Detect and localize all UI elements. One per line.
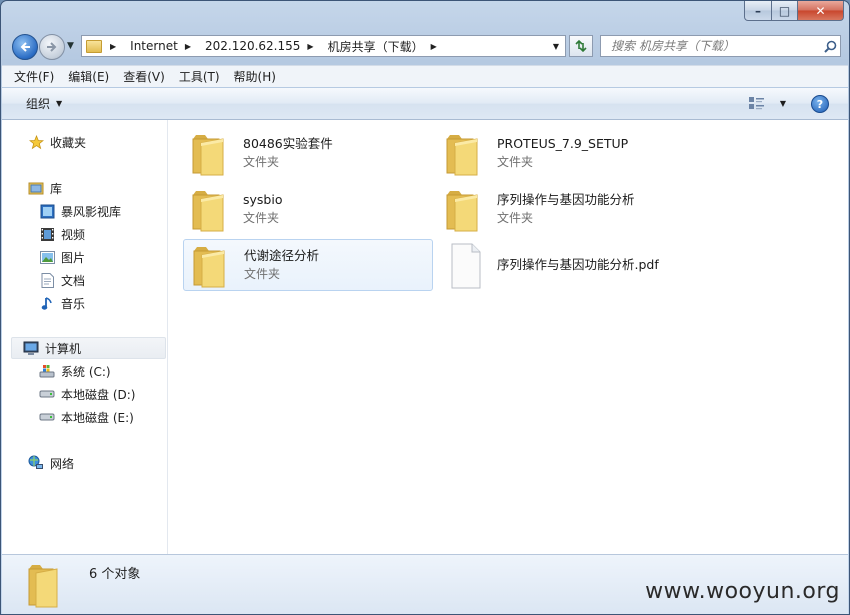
menu-bar: 文件(F) 编辑(E) 查看(V) 工具(T) 帮助(H) — [2, 65, 848, 87]
nav-library-documents[interactable]: 文档 — [39, 269, 85, 291]
folder-item[interactable]: 序列操作与基因功能分析 文件夹 — [437, 183, 687, 235]
folder-icon — [86, 39, 102, 53]
watermark: www.wooyun.org — [645, 579, 840, 604]
breadcrumb-item-host[interactable]: 202.120.62.155 ▶ — [201, 39, 324, 53]
chevron-down-icon: ▼ — [779, 98, 786, 108]
recent-pages-dropdown[interactable]: ▼ — [67, 41, 74, 51]
nav-drive-c[interactable]: 系统 (C:) — [39, 360, 111, 382]
folder-item[interactable]: PROTEUS_7.9_SETUP 文件夹 — [437, 127, 687, 179]
hard-drive-icon — [39, 409, 55, 425]
menu-file[interactable]: 文件(F) — [14, 68, 54, 85]
music-note-icon — [39, 295, 55, 311]
nav-library-baofeng[interactable]: 暴风影视库 — [39, 200, 121, 222]
folder-icon — [24, 561, 68, 609]
change-view-button[interactable]: ▼ — [748, 96, 786, 110]
breadcrumb-item-share[interactable]: 机房共享（下载） ▶ — [324, 38, 447, 55]
back-button[interactable] — [12, 34, 38, 60]
folder-item[interactable]: sysbio 文件夹 — [183, 183, 433, 235]
nav-favorites[interactable]: 收藏夹 — [28, 131, 86, 153]
search-icon[interactable] — [820, 40, 840, 53]
minimize-button[interactable]: – — [744, 1, 772, 21]
chevron-right-icon: ▶ — [430, 41, 437, 51]
document-icon — [39, 272, 55, 288]
nav-library-pictures[interactable]: 图片 — [39, 246, 85, 268]
chevron-down-icon: ▼ — [56, 99, 63, 108]
menu-view[interactable]: 查看(V) — [123, 68, 165, 85]
back-arrow-icon — [20, 42, 30, 52]
address-bar[interactable]: ▶ Internet ▶ 202.120.62.155 ▶ 机房共享（下载） ▶ ▼ — [81, 35, 566, 57]
close-button[interactable]: ✕ — [798, 1, 844, 21]
menu-tools[interactable]: 工具(T) — [179, 68, 220, 85]
caption-buttons: – □ ✕ — [744, 1, 844, 21]
forward-arrow-icon — [47, 42, 57, 52]
chevron-right-icon: ▶ — [110, 41, 117, 51]
star-icon — [28, 134, 44, 150]
folder-icon — [187, 129, 235, 177]
help-button[interactable]: ? — [811, 95, 829, 113]
nav-network[interactable]: 网络 — [28, 452, 74, 474]
nav-drive-d[interactable]: 本地磁盘 (D:) — [39, 383, 135, 405]
folder-item[interactable]: 80486实验套件 文件夹 — [183, 127, 433, 179]
explorer-window: – □ ✕ ▼ ▶ Internet ▶ 202.120.62.155 ▶ 机房共享… — [0, 0, 850, 615]
refresh-button[interactable] — [569, 35, 593, 57]
nav-computer[interactable]: 计算机 — [11, 337, 166, 359]
folder-icon — [188, 241, 236, 289]
system-drive-icon — [39, 363, 55, 379]
film-icon — [39, 226, 55, 242]
folder-icon — [441, 129, 489, 177]
search-input[interactable] — [609, 38, 820, 54]
search-box[interactable] — [600, 35, 841, 57]
menu-help[interactable]: 帮助(H) — [234, 68, 276, 85]
blank-file-icon — [441, 241, 489, 289]
address-history-dropdown[interactable]: ▼ — [553, 42, 559, 51]
organize-button[interactable]: 组织 ▼ — [26, 95, 62, 112]
address-row: ▼ ▶ Internet ▶ 202.120.62.155 ▶ 机房共享（下载） ▶ … — [1, 29, 849, 63]
maximize-button[interactable]: □ — [772, 1, 798, 21]
nav-library-music[interactable]: 音乐 — [39, 292, 85, 314]
item-count: 6 个对象 — [89, 567, 141, 582]
hard-drive-icon — [39, 386, 55, 402]
computer-icon — [23, 340, 39, 356]
breadcrumb-item-internet[interactable]: Internet ▶ — [126, 39, 201, 53]
network-icon — [28, 455, 44, 471]
chevron-right-icon: ▶ — [307, 41, 314, 51]
status-bar: 6 个对象 www.wooyun.org — [2, 554, 848, 614]
video-library-icon — [39, 203, 55, 219]
file-item[interactable]: 序列操作与基因功能分析.pdf — [437, 239, 687, 291]
folder-icon — [441, 185, 489, 233]
nav-library-videos[interactable]: 视频 — [39, 223, 85, 245]
nav-drive-e[interactable]: 本地磁盘 (E:) — [39, 406, 134, 428]
picture-icon — [39, 249, 55, 265]
folder-item-selected[interactable]: 代谢途径分析 文件夹 — [183, 239, 433, 291]
nav-libraries[interactable]: 库 — [28, 177, 62, 199]
library-icon — [28, 180, 44, 196]
breadcrumb-root[interactable]: ▶ — [106, 42, 126, 51]
view-options-icon — [748, 97, 764, 110]
chevron-right-icon: ▶ — [184, 41, 191, 51]
refresh-icon — [575, 39, 587, 53]
folder-icon — [187, 185, 235, 233]
command-bar: 组织 ▼ ▼ ? — [2, 88, 848, 120]
forward-button[interactable] — [39, 34, 65, 60]
file-list: 80486实验套件 文件夹 PROTEUS_7.9_SETUP 文件夹 sysbio… — [168, 120, 848, 554]
menu-edit[interactable]: 编辑(E) — [68, 68, 109, 85]
navigation-pane: 收藏夹 库 暴风影视库 视频 图片 文档 音乐 计算机 系统 (C:) 本地磁盘… — [2, 120, 168, 554]
